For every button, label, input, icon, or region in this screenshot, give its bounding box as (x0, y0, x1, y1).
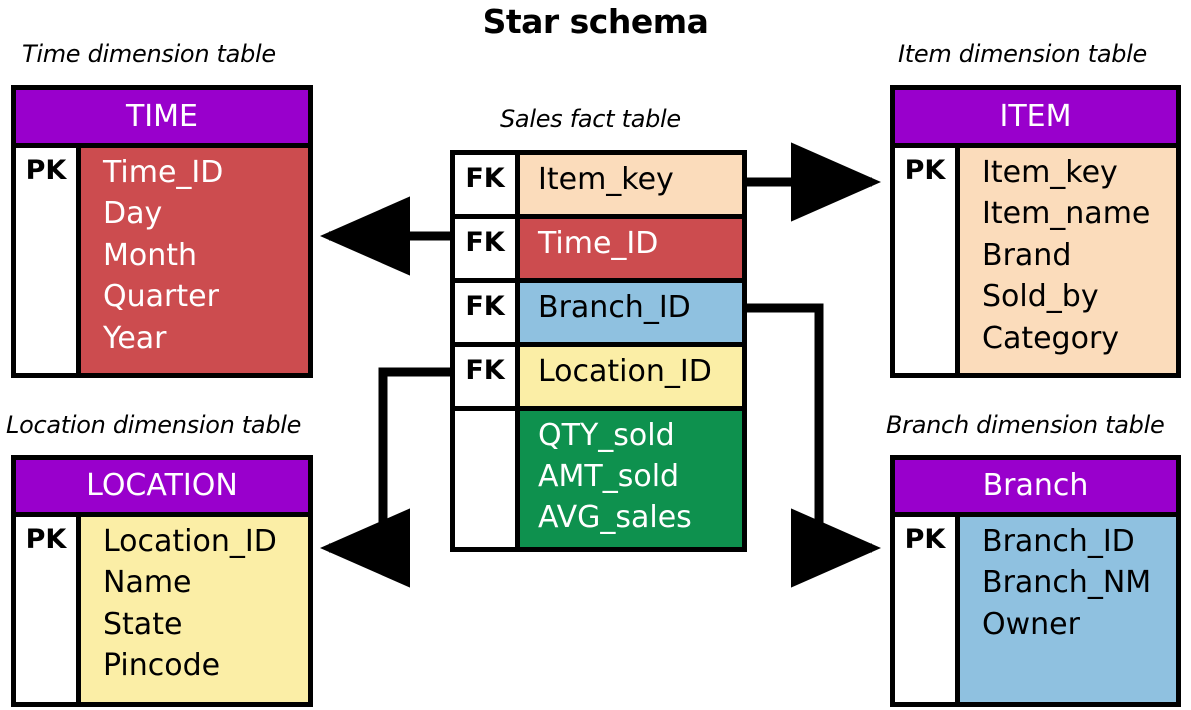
table-branch-header: Branch (895, 460, 1176, 517)
field: Item_name (982, 196, 1151, 232)
field: Category (982, 320, 1120, 356)
fact-row-fields: Branch_ID (520, 283, 742, 342)
fact-row: FK Time_ID (455, 219, 742, 283)
fact-row-key-label: FK (455, 219, 520, 278)
table-time: TIME PK Time_ID Day Month Quarter Year (11, 85, 313, 378)
field: Time_ID (103, 155, 224, 190)
table-item: ITEM PK Item_key Item_name Brand Sold_by… (890, 85, 1181, 378)
field: Owner (982, 606, 1080, 642)
fact-row: FK Location_ID (455, 347, 742, 411)
fact-row-key-label: FK (455, 347, 520, 406)
page-title: Star schema (482, 2, 709, 41)
table-time-key-label: PK (16, 148, 81, 373)
field: Time_ID (538, 226, 659, 261)
fact-row-fields: QTY_sold AMT_sold AVG_sales (520, 411, 742, 547)
fact-row: FK Branch_ID (455, 283, 742, 347)
fact-row-key-label: FK (455, 283, 520, 342)
fact-row-fields: Time_ID (520, 219, 742, 278)
field: Pincode (103, 648, 221, 684)
field: Item_key (538, 162, 674, 197)
caption-item-dimension: Item dimension table (898, 40, 1148, 68)
field: Branch_ID (982, 524, 1135, 559)
field: Quarter (103, 279, 219, 315)
field: Month (103, 237, 198, 273)
field: Sold_by (982, 279, 1099, 315)
fact-row-key-label (455, 411, 520, 547)
caption-location-dimension: Location dimension table (6, 411, 302, 439)
field: AMT_sold (538, 458, 680, 494)
table-time-header: TIME (16, 90, 308, 148)
table-location: LOCATION PK Location_ID Name State Pinco… (11, 455, 313, 707)
caption-time-dimension: Time dimension table (22, 40, 276, 68)
table-location-fields: Location_ID Name State Pincode (81, 517, 308, 702)
table-branch-fields: Branch_ID Branch_NM Owner (960, 517, 1176, 702)
table-time-fields: Time_ID Day Month Quarter Year (81, 148, 308, 373)
fact-row-fields: Item_key (520, 155, 742, 214)
table-item-key-label: PK (895, 148, 960, 373)
table-branch-key-label: PK (895, 517, 960, 702)
fact-row: QTY_sold AMT_sold AVG_sales (455, 411, 742, 547)
field: Day (103, 196, 163, 232)
caption-branch-dimension: Branch dimension table (886, 411, 1165, 439)
fact-row: FK Item_key (455, 155, 742, 219)
field: Name (103, 565, 192, 601)
field: Location_ID (538, 354, 712, 389)
table-location-header: LOCATION (16, 460, 308, 517)
field: AVG_sales (538, 499, 692, 535)
field: QTY_sold (538, 418, 675, 453)
field: Item_key (982, 155, 1118, 190)
table-item-fields: Item_key Item_name Brand Sold_by Categor… (960, 148, 1176, 373)
star-schema-diagram: Star schema Time dimension table TIME PK… (0, 0, 1191, 710)
fact-row-key-label: FK (455, 155, 520, 214)
field: Branch_ID (538, 290, 691, 325)
table-item-header: ITEM (895, 90, 1176, 148)
table-sales-fact: FK Item_key FK Time_ID FK Branch_ID FK L… (450, 150, 747, 552)
field: Branch_NM (982, 565, 1152, 601)
fact-row-fields: Location_ID (520, 347, 742, 406)
field: Location_ID (103, 524, 277, 559)
caption-sales-fact: Sales fact table (500, 105, 681, 133)
connector-location (320, 367, 452, 588)
field: Brand (982, 237, 1072, 273)
table-location-key-label: PK (16, 517, 81, 702)
connector-branch (747, 303, 881, 588)
field: Year (103, 320, 167, 356)
field: State (103, 606, 183, 642)
table-branch: Branch PK Branch_ID Branch_NM Owner (890, 455, 1181, 707)
